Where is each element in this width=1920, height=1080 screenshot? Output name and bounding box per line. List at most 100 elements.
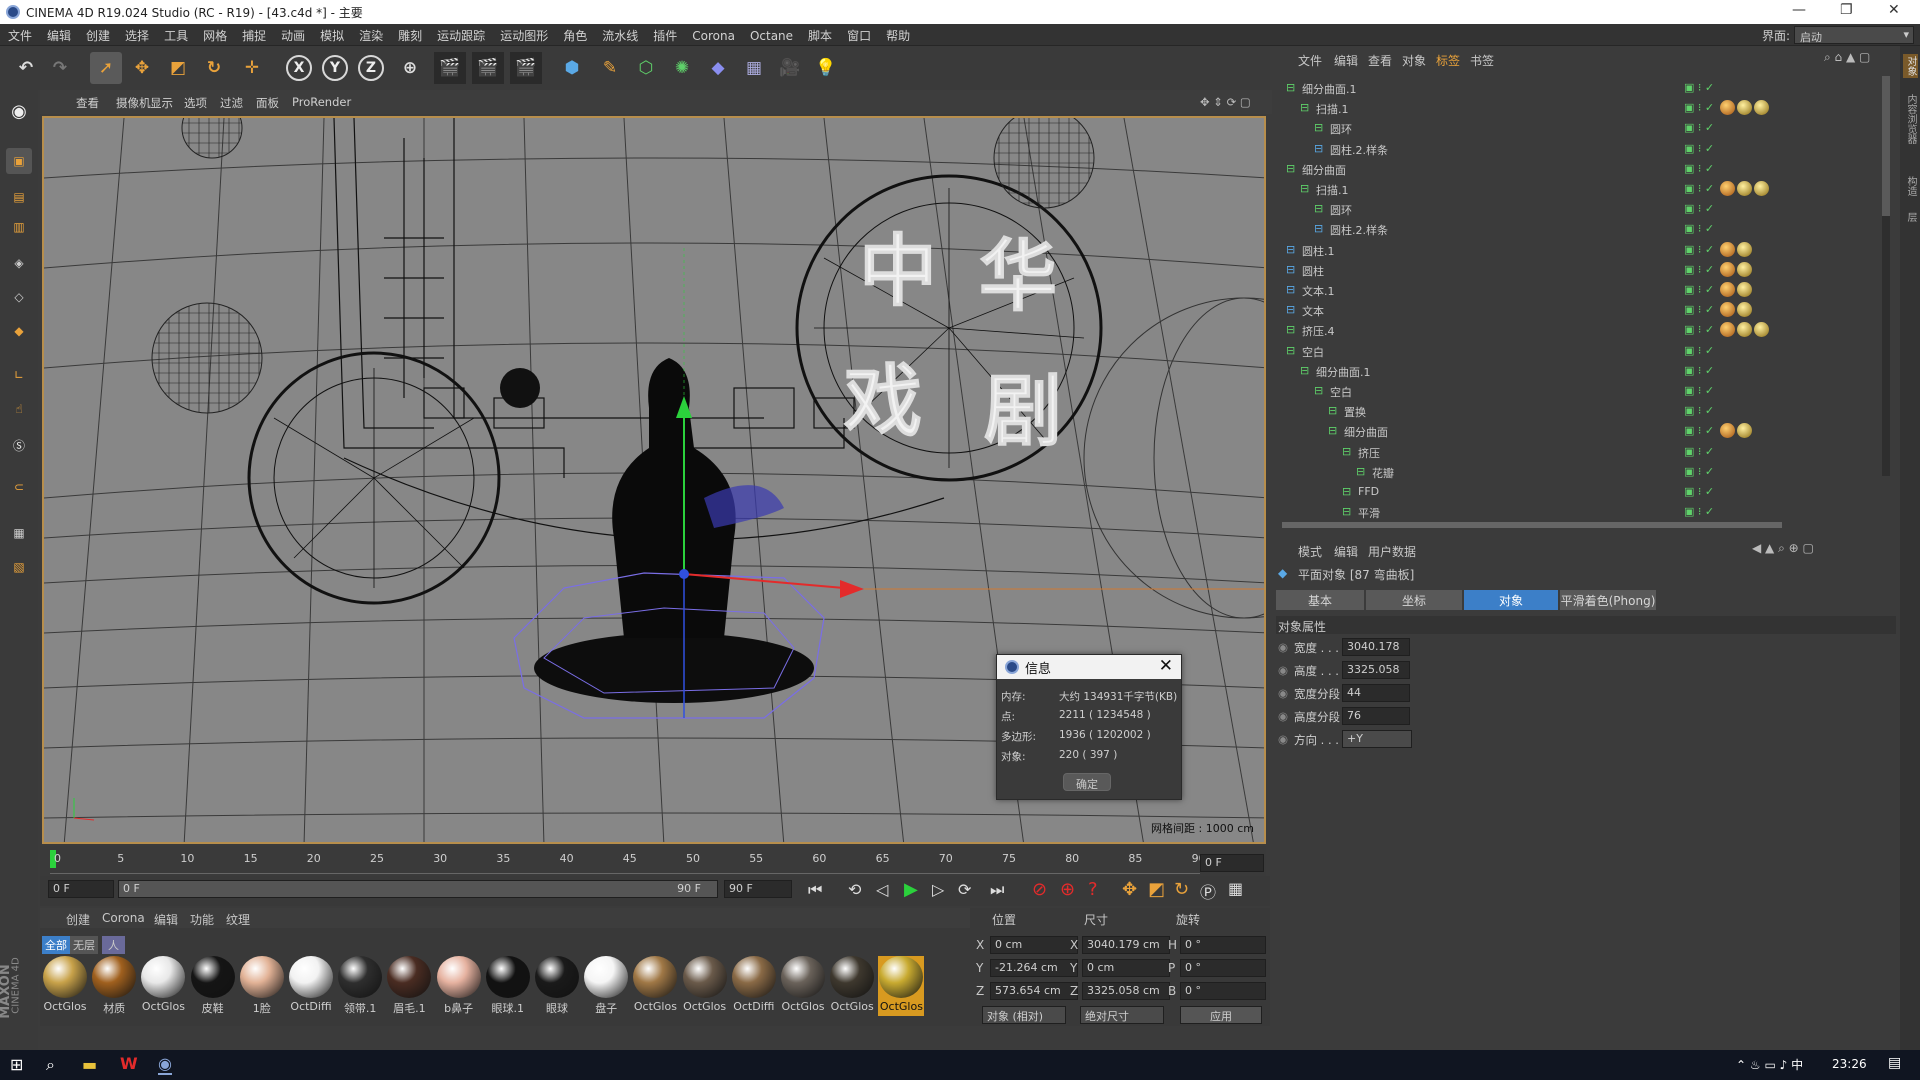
material-menu-create[interactable]: 创建: [66, 911, 90, 928]
material-swatch[interactable]: OctGlos: [42, 956, 88, 1016]
visibility-check-icon[interactable]: ▣ ⁝ ✓: [1684, 384, 1714, 397]
material-swatch[interactable]: 眉毛.1: [386, 956, 432, 1016]
rotation-h-field[interactable]: 0 °: [1180, 936, 1266, 954]
material-tag-icon[interactable]: [1720, 302, 1735, 318]
file-explorer-icon[interactable]: ▬: [82, 1055, 97, 1074]
object-row[interactable]: ⊟ 文本.1 ▣ ⁝ ✓: [1272, 280, 1900, 300]
object-type-icon[interactable]: ⊟: [1314, 222, 1323, 235]
key-pla-icon[interactable]: ▦: [1228, 879, 1243, 898]
object-menu-edit[interactable]: 编辑: [1334, 52, 1358, 69]
material-tag-icon[interactable]: [1737, 261, 1752, 277]
menu-script[interactable]: 脚本: [800, 24, 839, 44]
search-icon[interactable]: ⌕: [46, 1055, 55, 1075]
object-type-icon[interactable]: ⊟: [1356, 465, 1365, 478]
workplane-grid-icon[interactable]: ▦: [6, 520, 32, 546]
material-tag-icon[interactable]: [1754, 322, 1769, 338]
snap-icon[interactable]: Ⓢ: [6, 432, 32, 458]
menu-tools[interactable]: 工具: [156, 24, 195, 44]
attr-prop-value[interactable]: +Y: [1342, 730, 1412, 748]
object-name[interactable]: 文本.1: [1302, 283, 1335, 299]
side-tab-objects[interactable]: 对象: [1903, 54, 1918, 78]
menu-corona[interactable]: Corona: [684, 26, 742, 43]
animate-radio-icon[interactable]: ◉: [1278, 663, 1288, 677]
object-name[interactable]: 圆环: [1330, 202, 1352, 218]
object-name[interactable]: 扫描.1: [1316, 182, 1349, 198]
material-tag-icon[interactable]: [1737, 302, 1752, 318]
object-type-icon[interactable]: ⊟: [1342, 505, 1351, 518]
object-type-icon[interactable]: ⊟: [1286, 162, 1295, 175]
coord-mode-select[interactable]: 对象 (相对): [982, 1006, 1066, 1024]
object-name[interactable]: 圆柱.2.样条: [1330, 222, 1388, 238]
attr-nav-icons[interactable]: ◀ ▲ ⌕ ⊕ ▢: [1752, 541, 1814, 556]
object-row[interactable]: ⊟ 花瓣 ▣ ⁝ ✓: [1272, 462, 1900, 482]
material-tag-icon[interactable]: [1720, 100, 1735, 116]
object-row[interactable]: ⊟ 圆环 ▣ ⁝ ✓: [1272, 118, 1900, 138]
material-swatch[interactable]: 眼球: [534, 956, 580, 1016]
subdivision-icon[interactable]: ⬡: [630, 52, 662, 84]
system-tray-icons[interactable]: ⌃ ♨ ▭ ♪ 中: [1736, 1056, 1803, 1073]
object-type-icon[interactable]: ⊟: [1314, 202, 1323, 215]
object-type-icon[interactable]: ⊟: [1300, 364, 1309, 377]
record-keyframe-icon[interactable]: ⊘: [1032, 879, 1047, 900]
object-name[interactable]: 挤压.4: [1302, 323, 1335, 339]
object-type-icon[interactable]: ⊟: [1342, 445, 1351, 458]
object-row[interactable]: ⊟ 扫描.1 ▣ ⁝ ✓: [1272, 98, 1900, 118]
position-y-field[interactable]: -21.264 cm: [990, 959, 1078, 977]
object-row[interactable]: ⊟ 圆环 ▣ ⁝ ✓: [1272, 199, 1900, 219]
material-tag-icon[interactable]: [1737, 282, 1752, 297]
object-name[interactable]: 挤压: [1358, 445, 1380, 461]
material-tag-icon[interactable]: [1720, 241, 1735, 257]
go-to-end-icon[interactable]: ⏭: [990, 880, 1004, 900]
material-swatch[interactable]: OctGlos: [632, 956, 678, 1016]
redo-icon[interactable]: ↷: [44, 52, 76, 84]
material-tag-icon[interactable]: [1720, 282, 1735, 297]
tab-coordinates[interactable]: 坐标: [1366, 590, 1462, 610]
object-menu-tags[interactable]: 标签: [1436, 52, 1460, 69]
object-type-icon[interactable]: ⊟: [1314, 121, 1323, 134]
object-row[interactable]: ⊟ FFD ▣ ⁝ ✓: [1272, 482, 1900, 502]
menu-plugins[interactable]: 插件: [645, 24, 684, 44]
object-row[interactable]: ⊟ 细分曲面 ▣ ⁝ ✓: [1272, 159, 1900, 179]
menu-sculpt[interactable]: 雕刻: [390, 24, 429, 44]
visibility-check-icon[interactable]: ▣ ⁝ ✓: [1684, 323, 1714, 336]
viewport-menu-panel[interactable]: 面板: [256, 95, 279, 111]
material-tag-icon[interactable]: [1737, 241, 1752, 257]
menu-motion-tracker[interactable]: 运动跟踪: [429, 24, 492, 44]
object-row[interactable]: ⊟ 空白 ▣ ⁝ ✓: [1272, 381, 1900, 401]
tab-object[interactable]: 对象: [1464, 590, 1558, 610]
light-icon[interactable]: 💡: [810, 52, 842, 84]
material-tag-icon[interactable]: [1754, 181, 1769, 196]
edges-mode-icon[interactable]: ◇: [6, 284, 32, 310]
texture-mode-icon[interactable]: ▤: [6, 184, 32, 210]
material-swatch[interactable]: OctGlos: [140, 956, 186, 1016]
deformer-icon[interactable]: ◆: [702, 52, 734, 84]
close-button[interactable]: ✕: [1888, 2, 1900, 18]
menu-file[interactable]: 文件: [0, 24, 39, 44]
object-row[interactable]: ⊟ 置换 ▣ ⁝ ✓: [1272, 401, 1900, 421]
material-swatch[interactable]: OctGlos: [829, 956, 875, 1016]
material-tag-icon[interactable]: [1754, 100, 1769, 116]
go-to-start-icon[interactable]: ⏮: [808, 880, 822, 900]
object-row[interactable]: ⊟ 圆柱.2.样条 ▣ ⁝ ✓: [1272, 219, 1900, 239]
filter-layer-tab[interactable]: 人: [102, 936, 125, 954]
menu-create[interactable]: 创建: [78, 24, 117, 44]
cinema4d-taskbar-icon[interactable]: ◉: [158, 1054, 172, 1075]
visibility-check-icon[interactable]: ▣ ⁝ ✓: [1684, 202, 1714, 215]
attr-menu-mode[interactable]: 模式: [1298, 543, 1322, 560]
material-swatch[interactable]: 眼球.1: [485, 956, 531, 1016]
tab-basic[interactable]: 基本: [1276, 590, 1364, 610]
object-name[interactable]: 圆环: [1330, 121, 1352, 137]
points-mode-icon[interactable]: ◈: [6, 250, 32, 276]
material-tag-icon[interactable]: [1737, 423, 1752, 439]
viewport-menu-filter[interactable]: 过滤: [220, 95, 243, 111]
object-type-icon[interactable]: ⊟: [1286, 344, 1295, 357]
maximize-button[interactable]: ❐: [1840, 2, 1853, 18]
menu-mograph[interactable]: 运动图形: [492, 24, 555, 44]
viewport-menu-view[interactable]: 查看: [76, 95, 99, 111]
rotate-tool-icon[interactable]: ↻: [198, 52, 230, 84]
material-tag-icon[interactable]: [1720, 322, 1735, 338]
menu-help[interactable]: 帮助: [878, 24, 917, 44]
range-slider[interactable]: 0 F 90 F: [118, 880, 718, 898]
object-type-icon[interactable]: ⊟: [1286, 81, 1295, 94]
object-name[interactable]: 空白: [1302, 344, 1324, 360]
